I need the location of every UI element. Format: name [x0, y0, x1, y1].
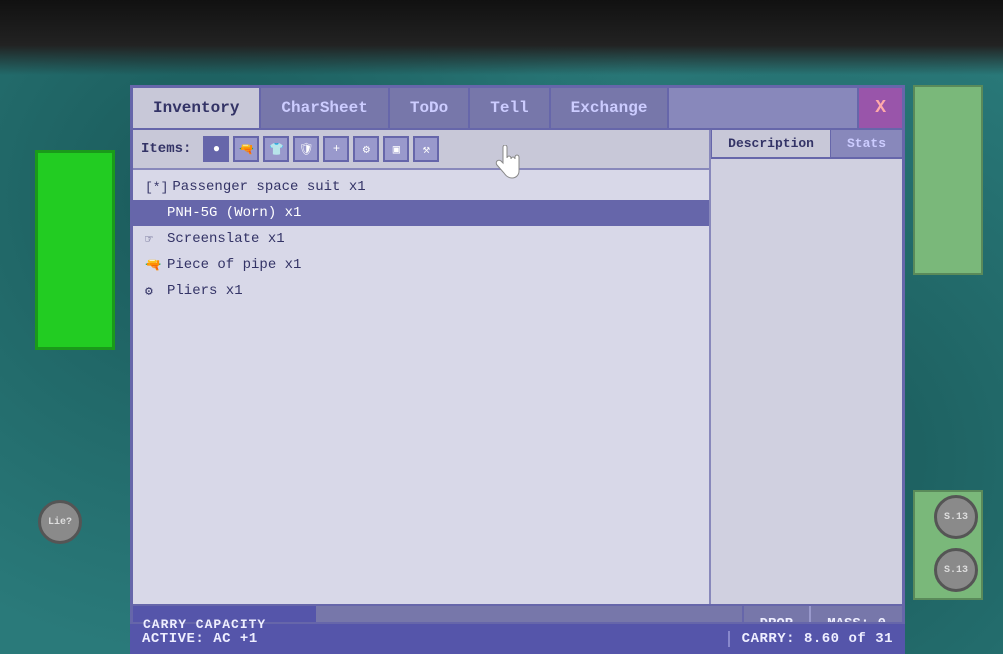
badge-s13-1: S.13	[934, 495, 978, 539]
items-label: Items:	[141, 141, 191, 157]
tab-charsheet[interactable]: CharSheet	[261, 88, 389, 128]
filter-misc-icon[interactable]: ⚒	[413, 136, 439, 162]
desc-tab-bar: Description Stats	[711, 130, 902, 159]
filter-all-icon[interactable]: ●	[203, 136, 229, 162]
carry-capacity-label: CARRY CAPACITY	[133, 617, 266, 632]
content-area: Items: ● 🔫 👕 🛡 + ⚙ ▣ ⚒ [*] Passenger spa…	[133, 130, 902, 604]
item-row[interactable]: ⚙ Pliers x1	[133, 278, 709, 304]
item-name: Pliers x1	[167, 283, 243, 299]
left-green-panel	[35, 150, 115, 350]
description-content	[711, 159, 902, 604]
badge-s13-2: S.13	[934, 548, 978, 592]
filter-tool-icon[interactable]: ⚙	[353, 136, 379, 162]
item-name: Passenger space suit x1	[172, 179, 365, 195]
item-list: [*] Passenger space suit x1 PNH-5G (Worn…	[133, 170, 709, 604]
lie-badge: Lie?	[38, 500, 82, 544]
top-dark-overlay	[0, 0, 1003, 75]
item-row[interactable]: [*] Passenger space suit x1	[133, 174, 709, 200]
item-icon-pliers: ⚙	[145, 284, 163, 299]
item-row[interactable]: 🔫 Piece of pipe x1	[133, 252, 709, 278]
item-icon-screenslate: ☞	[145, 232, 163, 247]
right-brick-top	[913, 85, 983, 275]
filter-shield-icon[interactable]: 🛡	[293, 136, 319, 162]
filter-device-icon[interactable]: ▣	[383, 136, 409, 162]
tab-inventory[interactable]: Inventory	[133, 88, 261, 128]
tab-todo[interactable]: ToDo	[390, 88, 470, 128]
tab-bar: Inventory CharSheet ToDo Tell Exchange X	[133, 88, 902, 130]
item-name-selected: PNH-5G (Worn) x1	[167, 205, 301, 221]
status-carry: CARRY: 8.60 of 31	[728, 631, 893, 647]
tab-description[interactable]: Description	[711, 130, 830, 157]
tab-stats[interactable]: Stats	[830, 130, 902, 157]
item-name: Screenslate x1	[167, 231, 285, 247]
filter-bar: Items: ● 🔫 👕 🛡 + ⚙ ▣ ⚒	[133, 130, 709, 170]
filter-gun-icon[interactable]: 🔫	[233, 136, 259, 162]
tab-tell[interactable]: Tell	[470, 88, 550, 128]
status-active: ACTIVE: AC +1	[142, 631, 258, 647]
description-panel: Description Stats	[711, 130, 902, 604]
item-icon-suit: [*]	[145, 180, 168, 195]
main-window: Inventory CharSheet ToDo Tell Exchange X…	[130, 85, 905, 645]
item-row[interactable]: ☞ Screenslate x1	[133, 226, 709, 252]
item-name: Piece of pipe x1	[167, 257, 301, 273]
item-row-selected[interactable]: PNH-5G (Worn) x1	[133, 200, 709, 226]
item-icon-pipe: 🔫	[145, 258, 163, 273]
filter-pill-icon[interactable]: +	[323, 136, 349, 162]
tab-exchange[interactable]: Exchange	[551, 88, 670, 128]
filter-shirt-icon[interactable]: 👕	[263, 136, 289, 162]
close-button[interactable]: X	[857, 88, 902, 128]
inventory-panel: Items: ● 🔫 👕 🛡 + ⚙ ▣ ⚒ [*] Passenger spa…	[133, 130, 711, 604]
